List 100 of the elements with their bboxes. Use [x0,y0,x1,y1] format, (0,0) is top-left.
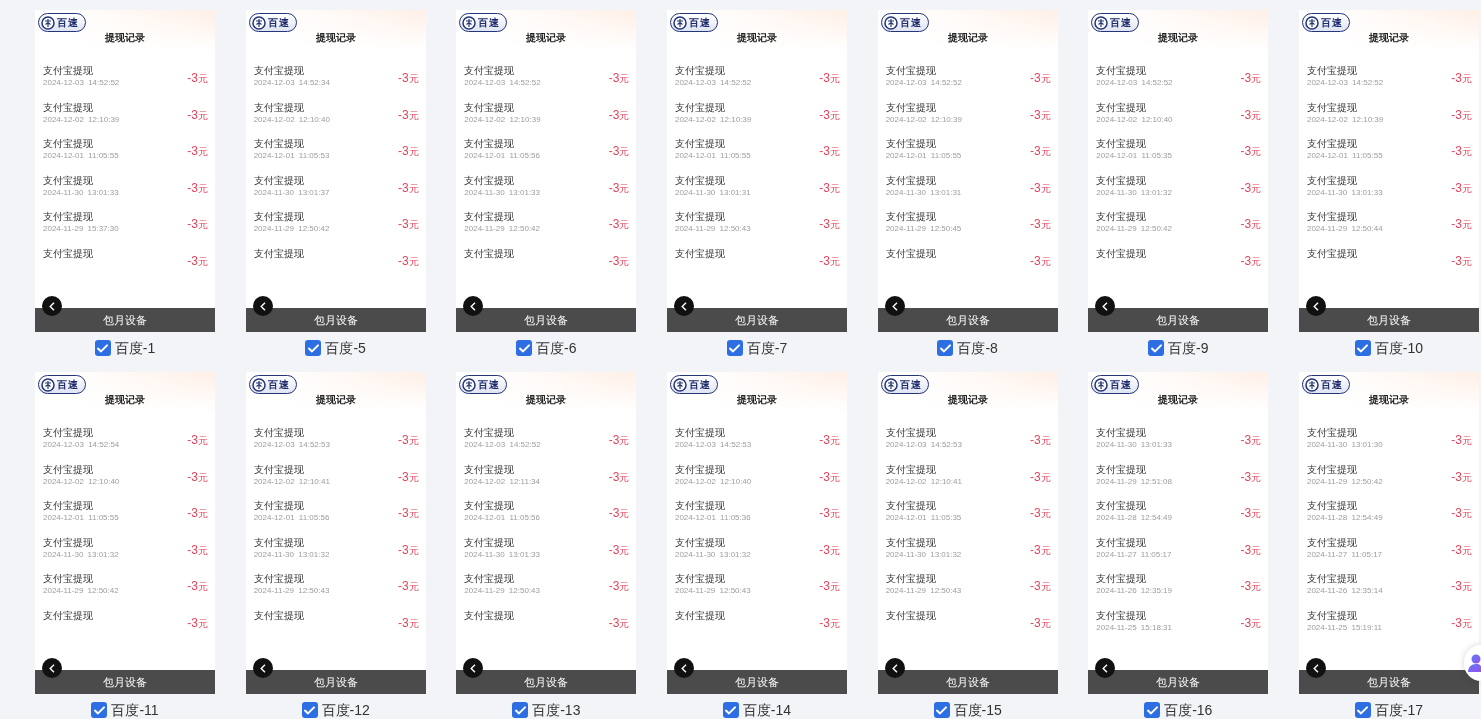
record-title: 支付宝提现 [43,211,93,223]
record-title: 支付宝提现 [674,573,725,585]
record-amount: -3元 [1451,469,1472,485]
back-button[interactable] [42,296,62,316]
record-time: 2024-12-01 11:05:55 [674,151,751,161]
record-time: 2024-12-02 12:10:39 [674,114,752,125]
page-title: 提现记录 [736,32,777,44]
record-amount: -3元 [1029,469,1051,485]
record-time: 2024-12-02 12:10:41 [885,476,962,487]
record-time: 2024-11-29 12:51:08 [1096,476,1172,487]
page-title: 提现记录 [105,394,145,406]
record-amount: -3元 [1451,433,1472,448]
record-time: 2024-11-29 12:50:43 [885,586,962,596]
record-title: 支付宝提现 [1306,500,1357,512]
record-amount: -3元 [1240,107,1262,123]
record-title: 支付宝提现 [885,573,936,585]
record-amount: -3元 [1451,71,1472,86]
checkbox[interactable] [726,340,743,356]
record-amount: -3元 [608,579,630,594]
record-time: 2024-12-01 11:05:56 [464,513,540,523]
record-amount: -3元 [819,180,840,196]
record-time: 2024-12-01 11:05:53 [253,151,330,161]
record-time: 2024-11-29 12:50:45 [885,224,962,234]
record-amount: -3元 [1029,107,1051,123]
record-time: 2024-12-01 11:05:55 [1306,151,1383,161]
record-title: 支付宝提现 [464,174,515,187]
record-time: 2024-11-29 15:37:30 [43,224,119,234]
record-title: 支付宝提现 [885,463,936,476]
record-title: 支付宝提现 [43,463,93,476]
checkbox[interactable] [1354,702,1371,718]
checkbox[interactable] [937,340,954,356]
record-time: 2024-11-28 12:54:49 [1306,513,1383,523]
record-amount: -3元 [608,506,630,521]
checkbox[interactable] [512,702,529,718]
back-button[interactable] [463,658,484,678]
back-button[interactable] [1095,658,1116,678]
record-amount: -3元 [608,615,630,631]
page-title: 提现记录 [315,394,356,406]
record-amount: -3元 [819,217,840,232]
record-time: 2024-11-29 12:50:43 [253,586,330,596]
device-name-bar-text: 包月设备 [103,313,147,327]
record-title: 支付宝提现 [464,65,515,77]
record-amount: -3元 [398,253,419,269]
back-button[interactable] [463,296,484,316]
record-title: 支付宝提现 [43,500,93,512]
record-amount: -3元 [1240,506,1262,521]
checkbox[interactable] [91,702,108,718]
record-time: 2024-11-27 11:05:17 [1096,549,1172,560]
record-amount: -3元 [608,542,630,558]
record-title: 支付宝提现 [1096,247,1147,260]
checkbox[interactable] [301,702,318,718]
back-button[interactable] [1095,296,1116,316]
record-amount: -3元 [187,433,208,448]
device-name-bar-text: 包月设备 [1156,313,1201,327]
record-amount: -3元 [1029,180,1051,196]
record-time: 2024-12-02 12:10:39 [464,114,541,125]
record-title: 支付宝提现 [674,427,725,439]
record-amount: -3元 [187,144,208,159]
checkbox[interactable] [933,702,950,718]
chevron-left-icon [1312,663,1319,673]
record-title: 支付宝提现 [1306,174,1357,187]
record-title: 支付宝提现 [1306,427,1357,439]
record-time: 2024-12-02 12:10:40 [674,476,752,487]
record-title: 支付宝提现 [1306,211,1357,223]
checkbox[interactable] [1354,340,1371,356]
record-title: 支付宝提现 [885,427,936,439]
record-time: 2024-11-25 15:19:11 [1306,622,1383,633]
logo-text: 百速 [688,16,711,29]
checkbox[interactable] [305,340,322,356]
record-amount: -3元 [187,579,208,594]
record-title: 支付宝提现 [885,211,936,223]
record-title: 支付宝提现 [253,500,304,512]
record-time: 2024-12-01 11:05:55 [885,151,962,161]
record-amount: -3元 [1029,217,1051,232]
record-title: 支付宝提现 [1306,536,1357,549]
record-title: 支付宝提现 [1096,573,1147,585]
record-amount: -3元 [1451,542,1472,558]
record-amount: -3元 [1029,144,1051,159]
checkbox[interactable] [94,340,111,356]
record-time: 2024-12-01 11:05:55 [43,513,119,523]
record-time: 2024-12-03 14:52:52 [674,78,752,88]
checkbox[interactable] [1148,340,1165,356]
record-amount: -3元 [1451,253,1472,269]
record-amount: -3元 [398,71,419,86]
device-name-bar-text: 包月设备 [945,675,990,689]
record-time: 2024-12-03 14:52:52 [464,440,541,450]
device-label: 百度-9 [1168,340,1209,356]
record-title: 支付宝提现 [253,174,304,187]
chevron-left-icon [259,301,266,311]
record-amount: -3元 [1451,107,1472,123]
device-label: 百度-12 [321,702,370,718]
record-amount: -3元 [398,469,419,485]
record-title: 支付宝提现 [43,174,93,187]
record-amount: -3元 [187,253,208,269]
record-title: 支付宝提现 [674,500,725,512]
checkbox[interactable] [1144,702,1161,718]
back-button[interactable] [42,658,62,678]
checkbox[interactable] [722,702,739,718]
record-title: 支付宝提现 [674,211,725,223]
checkbox[interactable] [516,340,533,356]
